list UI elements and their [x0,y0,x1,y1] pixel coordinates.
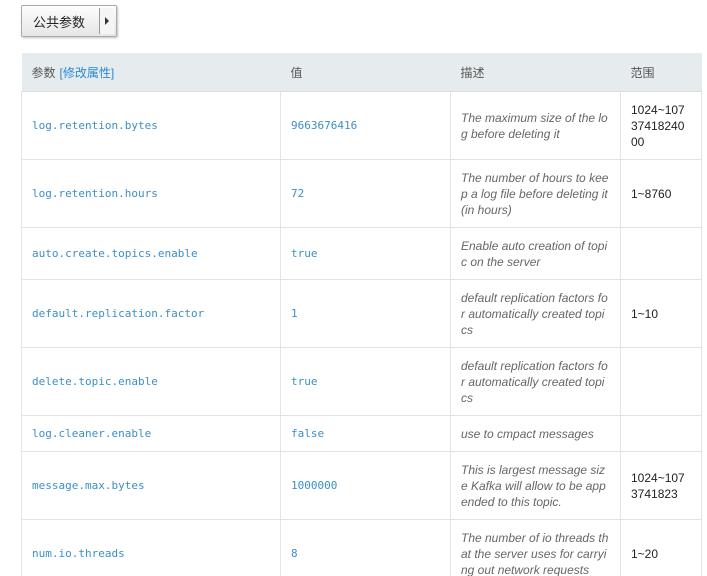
table-row: num.io.threads 8 The number of io thread… [21,519,702,576]
table-row: log.cleaner.enable false use to cmpact m… [21,415,702,452]
table-row: delete.topic.enable true default replica… [21,347,702,416]
param-value: false [280,415,451,452]
header-range: 范围 [620,53,702,92]
parameter-group-select[interactable]: 公共参数 [21,5,117,37]
param-range [620,227,702,280]
parameters-table: 参数 [修改属性] 值 描述 范围 log.retention.bytes 966… [21,53,702,576]
page: 公共参数 参数 [修改属性] 值 描述 范围 log.retention.byt… [0,0,707,576]
param-description: use to cmpact messages [450,415,621,452]
param-value: 1 [280,279,451,348]
param-name: auto.create.topics.enable [21,227,281,280]
header-param-label: 参数 [31,65,56,80]
table-row: default.replication.factor 1 default rep… [21,279,702,348]
parameter-group-select-label: 公共参数 [33,14,86,30]
param-name: num.io.threads [21,519,281,576]
param-range: 1~8760 [620,159,702,228]
param-range: 1024~1073741823 [620,451,702,520]
edit-attributes-link[interactable]: [修改属性] [60,66,115,80]
param-range [620,347,702,416]
param-name: message.max.bytes [21,451,281,520]
header-description: 描述 [450,53,621,92]
param-description: Enable auto creation of topic on the ser… [450,227,621,280]
table-header-row: 参数 [修改属性] 值 描述 范围 [21,53,702,92]
param-description: default replication factors for automati… [450,279,621,348]
param-name: log.retention.hours [21,159,281,228]
param-range: 1~10 [620,279,702,348]
param-range [620,415,702,452]
header-value: 值 [280,53,451,92]
param-value: 9663676416 [280,91,451,160]
param-value: 72 [280,159,451,228]
header-param: 参数 [修改属性] [21,53,281,92]
param-description: The number of io threads that the server… [450,519,621,576]
dropdown-arrow-icon[interactable] [99,8,114,34]
param-value: 1000000 [280,451,451,520]
table-row: auto.create.topics.enable true Enable au… [21,227,702,280]
param-name: log.cleaner.enable [21,415,281,452]
param-name: delete.topic.enable [21,347,281,416]
param-description: This is largest message size Kafka will … [450,451,621,520]
param-description: The number of hours to keep a log file b… [450,159,621,228]
param-value: true [280,347,451,416]
table-row: message.max.bytes 1000000 This is larges… [21,451,702,520]
param-range: 1~20 [620,519,702,576]
param-description: The maximum size of the log before delet… [450,91,621,160]
param-name: log.retention.bytes [21,91,281,160]
param-range: 1024~10737418240 00 [620,91,702,160]
param-description: default replication factors for automati… [450,347,621,416]
param-name: default.replication.factor [21,279,281,348]
param-value: true [280,227,451,280]
table-row: log.retention.bytes 9663676416 The maxim… [21,91,702,160]
table-row: log.retention.hours 72 The number of hou… [21,159,702,228]
param-value: 8 [280,519,451,576]
